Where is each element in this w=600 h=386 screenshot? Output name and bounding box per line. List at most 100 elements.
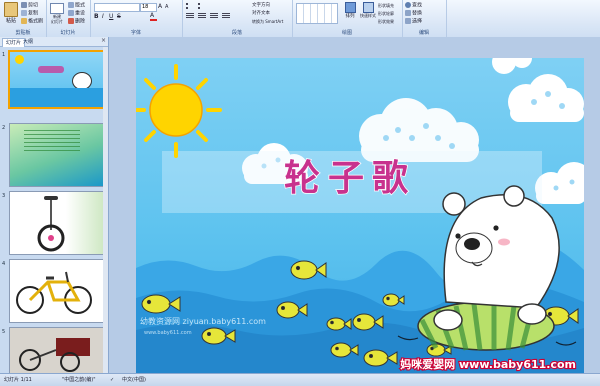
delete-label: 删除 — [75, 18, 86, 25]
shape-outline-button[interactable]: 形状轮廓 — [378, 10, 394, 17]
pane-tabs: 幻灯片 大纲 × — [0, 37, 108, 47]
binoculars-icon — [405, 2, 411, 8]
quick-styles-button[interactable]: 快速样式 — [360, 2, 376, 19]
new-slide-label: 新建 幻灯片 — [51, 14, 63, 24]
align-right-button[interactable] — [210, 13, 218, 19]
brush-icon — [21, 18, 27, 24]
slide-thumbnail-4[interactable] — [9, 259, 104, 323]
drawing-group-label: 绘图 — [341, 30, 352, 36]
justify-button[interactable] — [222, 13, 230, 19]
italic-button[interactable]: I — [102, 13, 104, 20]
cut-label: 剪切 — [28, 2, 39, 9]
close-pane-button[interactable]: × — [101, 37, 106, 44]
tricycle-image — [19, 338, 90, 372]
format-painter-button[interactable]: 格式刷 — [21, 18, 43, 25]
slide-thumbnail-1[interactable] — [8, 50, 105, 109]
layout-button[interactable]: 版式 — [68, 2, 85, 9]
slide-number: 1 — [2, 52, 6, 58]
align-left-button[interactable] — [186, 13, 194, 19]
shape-fill-button[interactable]: 形状填充 — [378, 2, 394, 9]
align-text-button[interactable]: 对齐文本 — [252, 10, 270, 17]
status-bar: 幻灯片 1/11 "中国之韵(编)" ✓ 中文(中国) — [0, 373, 600, 386]
paste-icon — [4, 2, 18, 17]
format-painter-label: 格式刷 — [28, 18, 44, 25]
slide-count: 幻灯片 1/11 — [4, 377, 32, 383]
arrange-button[interactable]: 排列 — [342, 2, 358, 19]
slide-thumbnail-5[interactable] — [9, 327, 104, 375]
replace-button[interactable]: 替换 — [405, 10, 422, 17]
shape-effects-label: 形状效果 — [378, 19, 394, 24]
clipboard-group-label: 剪贴板 — [15, 30, 31, 36]
font-group: 18 A A B I U S A 字体 — [90, 0, 183, 37]
slides-pane: 幻灯片 大纲 × 1 2 3 4 5 — [0, 37, 109, 375]
layout-label: 版式 — [75, 2, 86, 9]
copy-label: 复制 — [28, 10, 39, 17]
numbering-button[interactable] — [198, 3, 208, 9]
grow-font-button[interactable]: A — [158, 3, 162, 10]
slide-number: 5 — [2, 329, 6, 335]
replace-icon — [405, 10, 411, 16]
font-group-label: 字体 — [130, 30, 141, 36]
quick-styles-label: 快速样式 — [360, 13, 376, 18]
find-button[interactable]: 查找 — [405, 2, 422, 9]
slide-number: 2 — [2, 125, 6, 131]
shapes-gallery[interactable] — [296, 3, 338, 24]
tab-outline[interactable]: 大纲 — [20, 38, 36, 46]
select-label: 选择 — [412, 18, 423, 25]
strikethrough-button[interactable]: S — [117, 13, 121, 20]
align-text-label: 对齐文本 — [252, 11, 270, 16]
drawing-group: 排列 快速样式 形状填充 形状轮廓 形状效果 绘图 — [292, 0, 403, 37]
editing-group: 查找 替换 选择 编辑 — [402, 0, 447, 37]
bold-button[interactable]: B — [94, 13, 99, 20]
delete-icon — [68, 18, 74, 24]
watermark-subtext: www.baby611.com — [144, 330, 192, 336]
new-slide-button[interactable]: 新建 幻灯片 — [49, 2, 65, 24]
editing-group-label: 编辑 — [418, 30, 429, 36]
slides-group: 新建 幻灯片 版式 重设 删除 幻灯片 — [46, 0, 91, 37]
paste-button[interactable]: 粘贴 — [3, 2, 19, 24]
theme-name: "中国之韵(编)" — [62, 377, 96, 383]
align-center-button[interactable] — [198, 13, 206, 19]
shrink-font-button[interactable]: A — [165, 4, 168, 10]
shape-fill-label: 形状填充 — [378, 3, 394, 8]
slide-title: 轮子歌 — [284, 157, 416, 199]
scissors-icon — [21, 2, 27, 8]
thumb-sun-icon — [15, 55, 24, 64]
smartart-button[interactable]: 转换为 SmartArt — [252, 18, 283, 25]
slide-artwork: 轮子歌 幼教资源网 ziyuan.baby611.com www.baby611… — [136, 58, 584, 373]
thumb-wave-image — [10, 88, 103, 107]
bicycle-image — [16, 271, 92, 314]
bullets-button[interactable] — [186, 3, 196, 9]
font-name-select[interactable] — [94, 3, 140, 12]
reset-icon — [68, 10, 74, 16]
paragraph-group-label: 段落 — [231, 30, 242, 36]
copy-button[interactable]: 复制 — [21, 10, 38, 17]
font-color-button[interactable]: A — [150, 12, 157, 21]
text-direction-label: 文字方向 — [252, 3, 270, 8]
select-button[interactable]: 选择 — [405, 18, 422, 25]
unicycle-image — [37, 196, 65, 252]
shape-effects-button[interactable]: 形状效果 — [378, 18, 394, 25]
slide-number: 4 — [2, 261, 6, 267]
slide-thumbnail-2[interactable] — [9, 123, 104, 187]
thumb-title-image — [38, 66, 64, 73]
delete-slide-button[interactable]: 删除 — [68, 18, 85, 25]
shape-outline-label: 形状轮廓 — [378, 11, 394, 16]
current-slide[interactable]: 轮子歌 幼教资源网 ziyuan.baby611.com www.baby611… — [136, 58, 584, 373]
watermark-text: 幼教资源网 ziyuan.baby611.com — [140, 316, 266, 326]
copy-icon — [21, 10, 27, 16]
quick-styles-icon — [362, 2, 374, 13]
text-direction-button[interactable]: 文字方向 — [252, 2, 270, 9]
font-size-select[interactable]: 18 — [140, 3, 157, 12]
cursor-icon — [405, 18, 411, 24]
check-icon: ✓ — [110, 377, 115, 383]
new-slide-icon — [50, 3, 64, 14]
site-logo: 妈咪爱婴网 www.baby611.com — [400, 357, 576, 371]
cut-button[interactable]: 剪切 — [21, 2, 38, 9]
reset-button[interactable]: 重设 — [68, 10, 85, 17]
thumbnail-scrollbar[interactable] — [103, 47, 108, 373]
slide-thumbnail-3[interactable] — [9, 191, 104, 255]
underline-button[interactable]: U — [109, 13, 113, 20]
smartart-label: 转换为 SmartArt — [252, 19, 284, 24]
layout-icon — [68, 2, 74, 8]
